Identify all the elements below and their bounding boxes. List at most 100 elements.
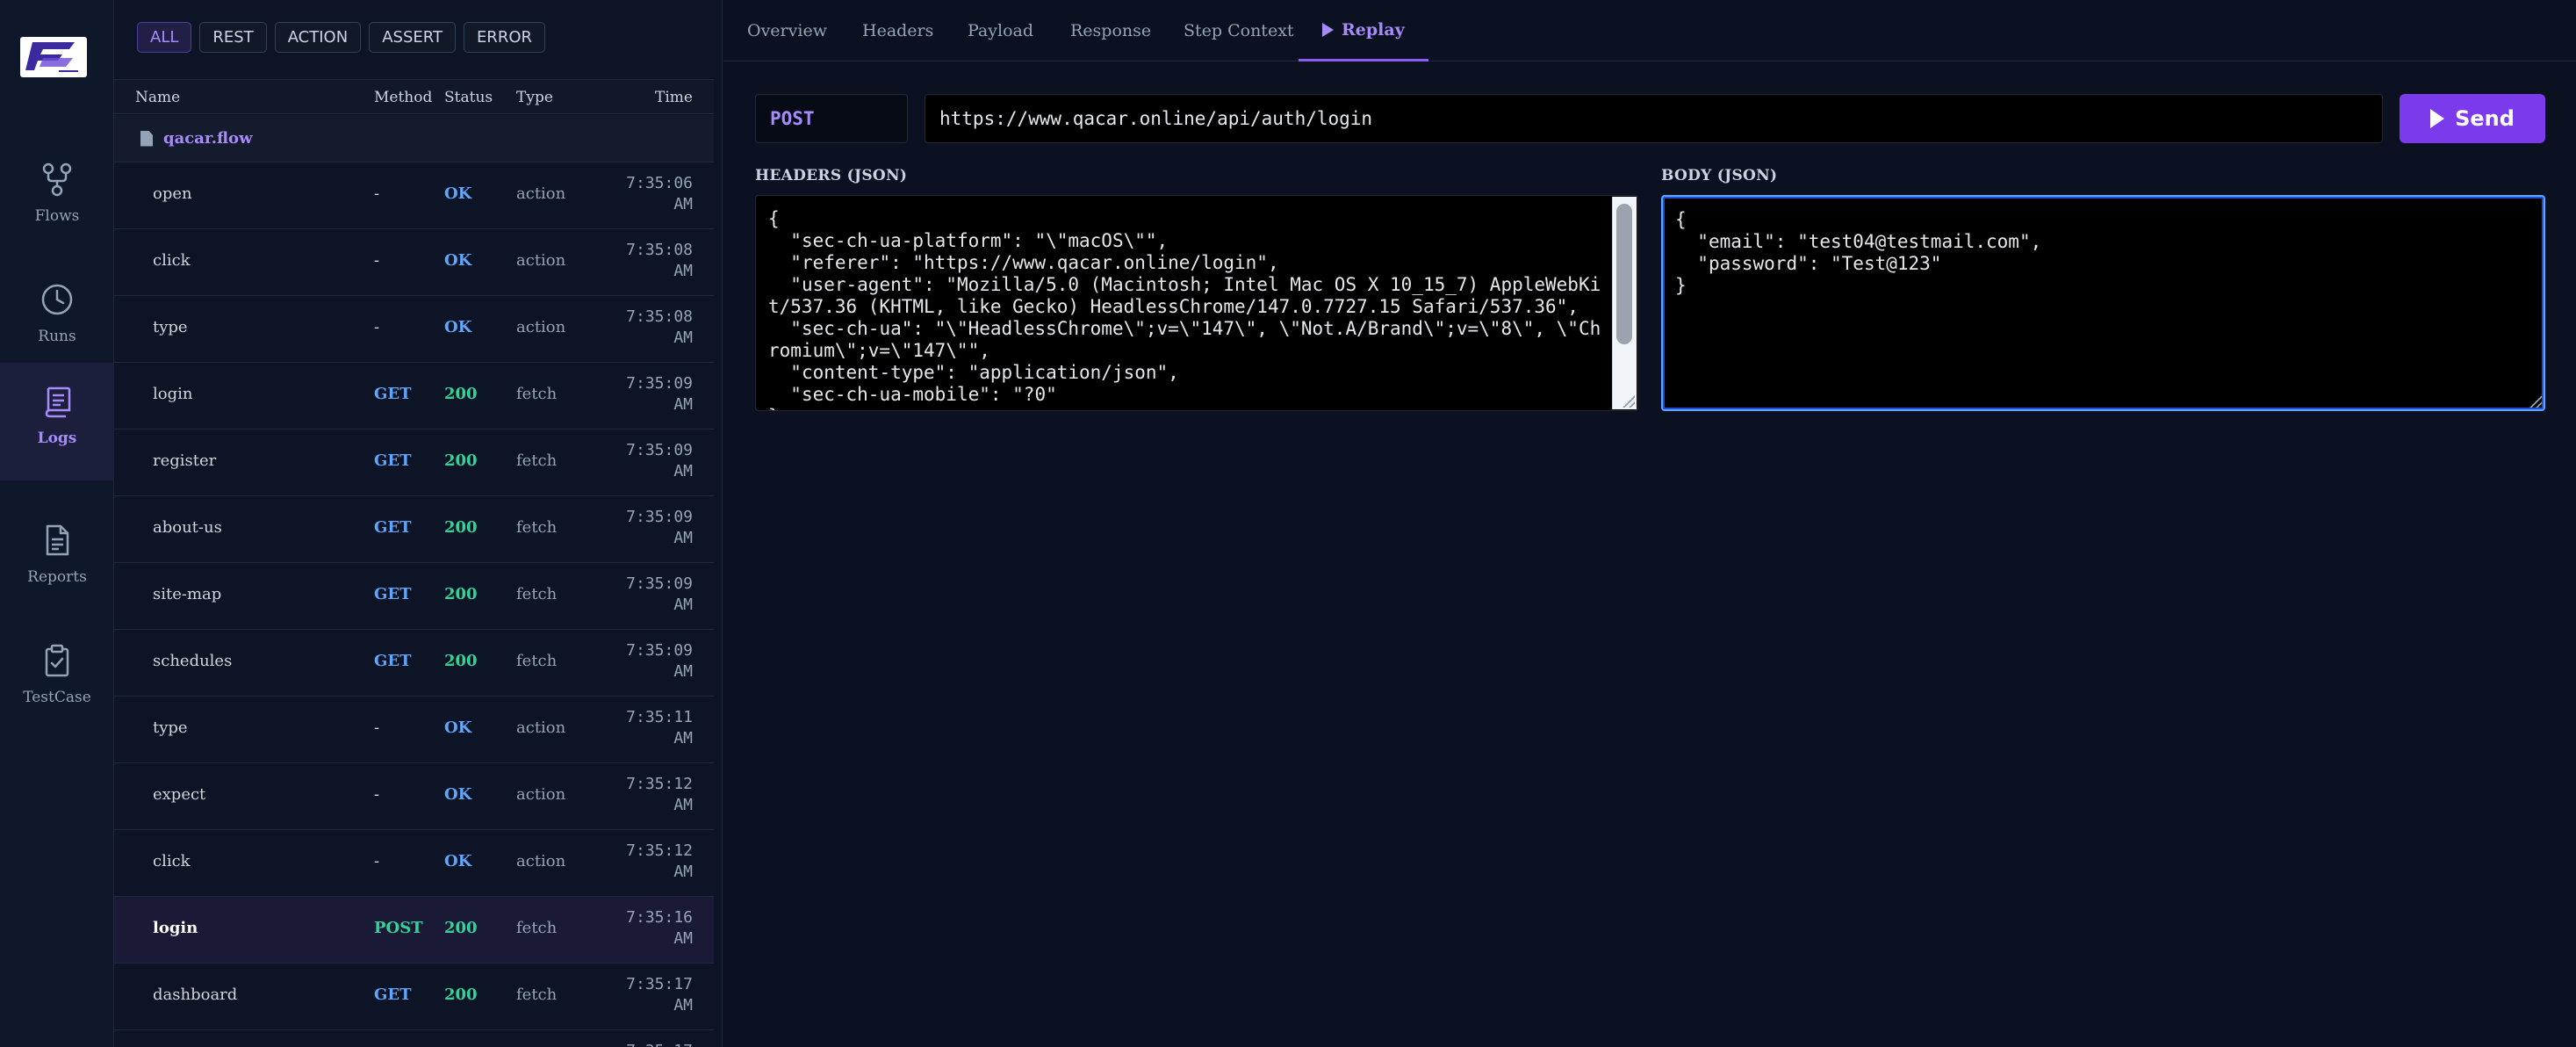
nav-item-testcase[interactable]: TestCase [0,622,114,740]
row-method: GET [374,986,412,1004]
row-type: fetch [516,585,558,603]
headers-json-editor[interactable] [755,195,1638,411]
row-name: expect [153,785,206,804]
row-type: action [516,852,566,870]
row-method: - [374,251,380,270]
row-status: 200 [444,518,478,537]
filter-error[interactable]: ERROR [463,22,545,53]
row-type: action [516,718,566,737]
document-icon [46,524,69,556]
table-row[interactable]: open - OK action 7:35:06 AM [114,162,714,229]
row-method: POST [374,919,423,937]
row-status: OK [444,318,472,336]
row-method: GET [374,652,412,670]
row-status: OK [444,852,472,870]
table-row[interactable]: click - OK action 7:35:08 AM [114,229,714,296]
row-name: schedules [153,652,233,670]
column-method[interactable]: Method [374,89,432,106]
app-logo[interactable] [20,37,87,77]
clock-icon [41,284,73,315]
row-status: 200 [444,385,478,403]
table-row[interactable]: expect - OK action 7:35:12 AM [114,763,714,830]
tab-step-context[interactable]: Step Context [1184,0,1294,61]
row-type: fetch [516,451,558,470]
resize-grip-icon[interactable] [2529,395,2542,408]
row-name: dashboard [153,986,238,1004]
log-rows: open - OK action 7:35:06 AM click - OK action 7:3… [114,162,714,1047]
flow-group-row[interactable]: qacar.flow [114,115,714,162]
table-row[interactable]: type - OK action 7:35:08 AM [114,296,714,363]
row-type: fetch [516,385,558,403]
column-status[interactable]: Status [444,89,493,106]
table-row[interactable]: type - OK action 7:35:11 AM [114,697,714,763]
filter-rest[interactable]: REST [199,22,267,53]
filter-action[interactable]: ACTION [274,22,362,53]
table-row[interactable]: about-us GET 200 fetch 7:35:09 AM [114,496,714,563]
detail-panel: Overview Headers Payload Response Step C… [723,0,2576,1047]
tab-label: Payload [968,21,1033,40]
table-row[interactable]: register GET 200 fetch 7:35:09 AM [114,430,714,496]
row-name: open [153,184,192,203]
row-time: 7:35:17 AM [626,975,693,1015]
table-row[interactable]: click - OK action 7:35:12 AM [114,830,714,897]
column-name[interactable]: Name [135,89,180,106]
row-method: - [374,184,380,203]
row-name: login [153,919,198,937]
row-name: site-map [153,585,222,603]
logo-mark-icon [25,42,78,72]
nav-item-reports[interactable]: Reports [0,502,114,619]
row-method: GET [374,518,412,537]
filter-all[interactable]: ALL [137,22,192,53]
tab-response[interactable]: Response [1070,0,1151,61]
row-name: login [153,385,193,403]
tab-overview[interactable]: Overview [747,0,827,61]
nav-item-logs[interactable]: Logs [0,363,114,480]
row-method: - [374,318,380,336]
row-status: 200 [444,585,478,603]
row-time: 7:35:11 AM [626,708,693,747]
play-icon [2430,109,2445,128]
row-status: OK [444,785,472,804]
method-select[interactable]: POST [755,94,908,143]
clipboard-check-icon [45,644,69,677]
table-header: Name Method Status Type Time [114,79,714,114]
body-json-editor[interactable] [1661,195,2545,411]
row-name: type [153,318,188,336]
column-time[interactable]: Time [655,89,693,106]
row-status: 200 [444,986,478,1004]
row-status: OK [444,251,472,270]
row-method: GET [374,585,412,603]
row-name: register [153,451,217,470]
row-method: - [374,852,380,870]
table-row[interactable]: login GET 200 fetch 7:35:09 AM [114,363,714,430]
table-row[interactable]: site-map GET 200 fetch 7:35:09 AM [114,563,714,630]
table-row[interactable]: login POST 200 fetch 7:35:16 AM [114,897,714,964]
send-button[interactable]: Send [2400,94,2545,143]
tab-payload[interactable]: Payload [968,0,1033,61]
tab-replay[interactable]: Replay [1299,0,1428,61]
row-method: GET [374,451,412,470]
tab-headers[interactable]: Headers [862,0,933,61]
headers-scrollbar-thumb[interactable] [1616,204,1632,344]
nav-item-flows[interactable]: Flows [0,141,114,258]
row-type: fetch [516,986,558,1004]
table-row[interactable]: 7:35:17 [114,1030,714,1047]
row-status: OK [444,718,472,737]
row-time: 7:35:09 AM [626,641,693,681]
table-row[interactable]: schedules GET 200 fetch 7:35:09 AM [114,630,714,697]
row-time: 7:35:09 AM [626,574,693,614]
row-type: action [516,318,566,336]
row-name: click [153,251,191,270]
filter-assert[interactable]: ASSERT [369,22,456,53]
side-nav: Flows Runs Logs Reports TestCase [0,0,114,1047]
play-icon [1322,22,1334,37]
url-input[interactable] [925,94,2383,143]
column-type[interactable]: Type [516,89,553,106]
resize-grip-icon[interactable] [1623,395,1635,408]
nav-item-runs[interactable]: Runs [0,261,114,379]
logs-icon [45,386,71,418]
table-row[interactable]: dashboard GET 200 fetch 7:35:17 AM [114,964,714,1030]
filter-bar: ALL REST ACTION ASSERT ERROR [137,22,545,53]
body-label: BODY (JSON) [1661,167,1778,184]
row-time: 7:35:12 AM [626,841,693,881]
